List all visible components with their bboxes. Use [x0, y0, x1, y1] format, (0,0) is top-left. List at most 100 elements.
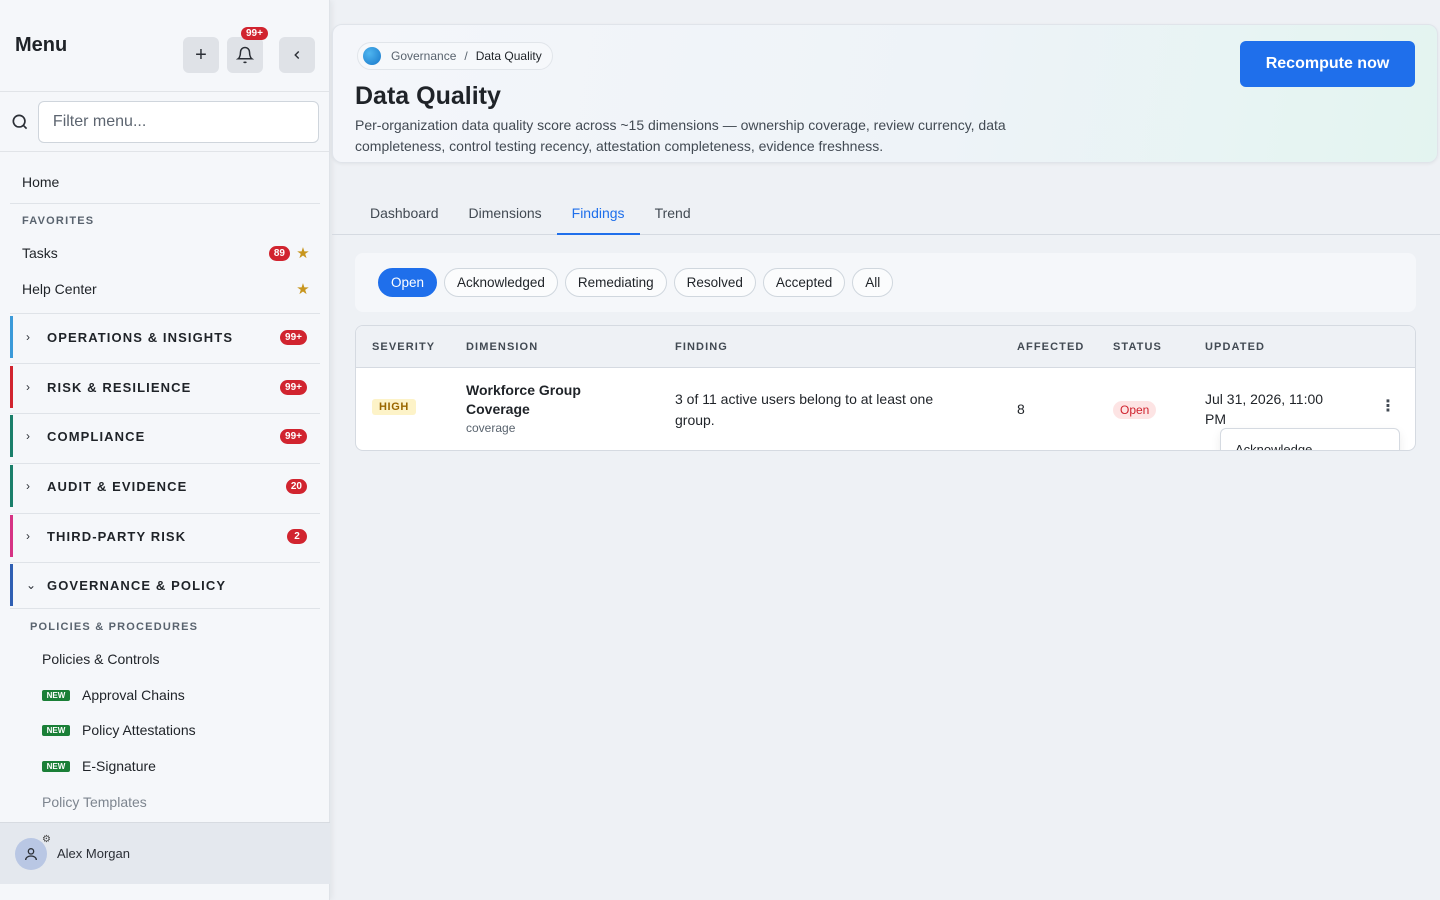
section-audit-evidence[interactable]: › AUDIT & EVIDENCE 20	[10, 465, 320, 507]
nav-item-label: E-Signature	[82, 758, 156, 774]
column-header-dimension[interactable]: DIMENSION	[466, 341, 538, 353]
tab-trend[interactable]: Trend	[640, 192, 706, 234]
favorite-item-label: Help Center	[22, 281, 97, 297]
new-badge: NEW	[42, 689, 70, 701]
nav-e-signature[interactable]: NEW E-Signature	[42, 758, 156, 774]
favorite-item-label: Tasks	[22, 245, 58, 261]
tab-dimensions[interactable]: Dimensions	[454, 192, 557, 234]
section-color-bar	[10, 415, 13, 457]
filter-chip-acknowledged[interactable]: Acknowledged	[444, 268, 558, 297]
column-header-finding[interactable]: FINDING	[675, 341, 728, 353]
filter-chip-accepted[interactable]: Accepted	[762, 268, 846, 297]
section-third-party-risk[interactable]: › THIRD-PARTY RISK 2	[10, 515, 320, 557]
section-label: OPERATIONS & INSIGHTS	[47, 329, 234, 345]
section-risk-resilience[interactable]: › RISK & RESILIENCE 99+	[10, 366, 320, 408]
section-count-badge: 2	[287, 528, 307, 544]
divider	[10, 313, 320, 314]
section-color-bar	[10, 316, 13, 358]
findings-table: SEVERITY DIMENSION FINDING AFFECTED STAT…	[355, 325, 1416, 451]
divider	[10, 513, 320, 514]
affected-count: 8	[1017, 401, 1025, 417]
column-header-severity[interactable]: SEVERITY	[372, 341, 435, 353]
section-label: RISK & RESILIENCE	[47, 379, 192, 395]
avatar[interactable]: ⚙	[15, 833, 51, 870]
dimension-name: Workforce Group Coverage	[466, 382, 581, 417]
new-badge: NEW	[42, 760, 70, 772]
status-filter-bar: Open Acknowledged Remediating Resolved A…	[355, 253, 1416, 312]
tab-dashboard[interactable]: Dashboard	[355, 192, 454, 234]
breadcrumb: Governance / Data Quality	[357, 42, 553, 70]
column-header-status[interactable]: STATUS	[1113, 341, 1162, 353]
section-operations-insights[interactable]: › OPERATIONS & INSIGHTS 99+	[10, 316, 320, 358]
finding-text: 3 of 11 active users belong to at least …	[675, 391, 934, 428]
nav-item-label: Policies & Controls	[42, 651, 160, 667]
section-label: GOVERNANCE & POLICY	[47, 577, 227, 593]
chevron-right-icon: ›	[26, 529, 30, 543]
nav-policy-attestations[interactable]: NEW Policy Attestations	[42, 722, 196, 738]
divider	[10, 608, 320, 609]
collapse-sidebar-button[interactable]	[279, 37, 315, 73]
row-actions-menu: Acknowledge	[1220, 428, 1400, 450]
chevron-right-icon: ›	[26, 479, 30, 493]
breadcrumb-data-quality: Data Quality	[475, 49, 542, 63]
chevron-right-icon: ›	[26, 380, 30, 394]
filter-row	[0, 92, 329, 152]
filter-chip-resolved[interactable]: Resolved	[673, 268, 756, 297]
breadcrumb-governance[interactable]: Governance	[391, 49, 456, 63]
section-governance-policy[interactable]: ⌄ GOVERNANCE & POLICY	[10, 564, 320, 606]
filter-chip-open[interactable]: Open	[378, 268, 438, 297]
favorites-label: FAVORITES	[22, 215, 95, 227]
star-icon[interactable]: ★	[296, 244, 310, 262]
breadcrumb-separator: /	[464, 49, 468, 63]
add-button[interactable]: +	[183, 37, 219, 73]
nav-item-label: Policy Attestations	[82, 722, 196, 738]
gear-icon: ⚙	[42, 833, 51, 845]
divider	[10, 562, 320, 563]
section-label: COMPLIANCE	[47, 428, 146, 444]
filter-menu-input[interactable]	[37, 100, 319, 143]
tasks-count-badge: 89	[268, 245, 290, 261]
section-count-badge: 99+	[280, 428, 307, 444]
updated-timestamp: Jul 31, 2026, 11:00 PM	[1205, 391, 1324, 427]
status-badge: Open	[1113, 401, 1157, 419]
nav-policy-templates[interactable]: Policy Templates	[42, 794, 147, 810]
subsection-label: POLICIES & PROCEDURES	[30, 621, 199, 633]
chevron-down-icon: ⌄	[26, 578, 37, 592]
user-icon	[25, 847, 37, 860]
column-header-affected[interactable]: AFFECTED	[1017, 341, 1084, 353]
nav-item-label: Approval Chains	[82, 687, 185, 703]
kebab-menu-icon[interactable]: ⋮	[1380, 399, 1396, 415]
divider	[10, 413, 320, 414]
filter-chip-remediating[interactable]: Remediating	[564, 268, 667, 297]
filter-chip-all[interactable]: All	[852, 268, 894, 297]
recompute-now-button[interactable]: Recompute now	[1240, 41, 1415, 87]
severity-badge: HIGH	[372, 399, 416, 415]
tab-findings[interactable]: Findings	[556, 192, 640, 235]
section-color-bar	[10, 465, 13, 507]
nav-home[interactable]: Home	[22, 174, 59, 190]
section-compliance[interactable]: › COMPLIANCE 99+	[10, 415, 320, 457]
favorite-item-tasks[interactable]: Tasks 89 ★	[22, 244, 310, 262]
user-name: Alex Morgan	[57, 846, 130, 861]
section-color-bar	[10, 564, 13, 606]
notifications-button[interactable]: 99+	[227, 27, 268, 73]
favorite-item-help-center[interactable]: Help Center ★	[22, 280, 310, 298]
divider	[10, 363, 320, 364]
table-row[interactable]: HIGH Workforce Group Coverage coverage 3…	[356, 368, 1415, 450]
section-label: THIRD-PARTY RISK	[47, 528, 187, 544]
chevron-right-icon: ›	[26, 429, 30, 443]
star-icon[interactable]: ★	[296, 280, 310, 298]
nav-policies-controls[interactable]: Policies & Controls	[42, 651, 160, 667]
governance-icon	[363, 47, 381, 65]
section-count-badge: 20	[285, 478, 307, 494]
column-header-updated[interactable]: UPDATED	[1205, 341, 1265, 353]
page-description: Per-organization data quality score acro…	[355, 117, 1006, 154]
chevron-right-icon: ›	[26, 330, 30, 344]
nav-approval-chains[interactable]: NEW Approval Chains	[42, 687, 185, 703]
tabs: Dashboard Dimensions Findings Trend	[332, 192, 1440, 235]
notifications-badge: 99+	[241, 27, 268, 40]
divider	[10, 203, 320, 204]
user-profile[interactable]: ⚙ Alex Morgan	[0, 822, 330, 884]
section-count-badge: 99+	[280, 329, 307, 345]
menu-item-acknowledge[interactable]: Acknowledge	[1235, 442, 1312, 450]
